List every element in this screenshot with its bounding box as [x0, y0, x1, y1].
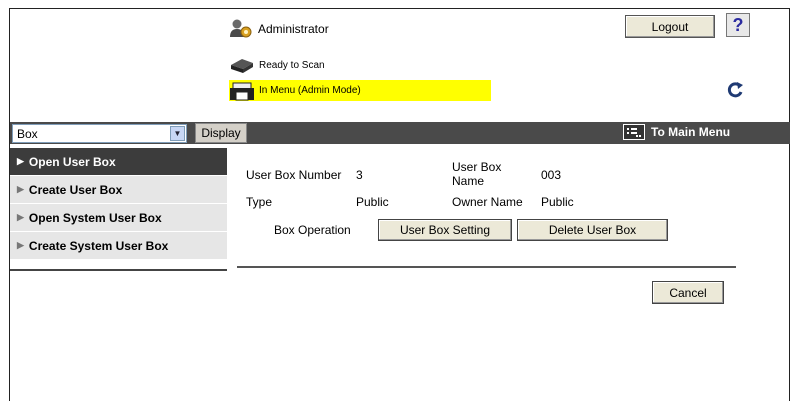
box-operation-label: Box Operation — [274, 223, 351, 237]
sidebar-item-label: Create System User Box — [28, 238, 169, 253]
chevron-down-icon[interactable]: ▼ — [170, 126, 185, 141]
user-box-setting-button[interactable]: User Box Setting — [378, 219, 512, 241]
sidebar-divider — [10, 269, 227, 271]
help-icon: ? — [732, 14, 744, 35]
main-menu-label: To Main Menu — [651, 125, 731, 139]
mode-select-value: Box — [17, 126, 38, 141]
triangle-right-icon: ▶ — [17, 184, 24, 194]
scanner-status: Ready to Scan — [229, 56, 325, 74]
type-label: Type — [246, 195, 273, 209]
to-main-menu-link[interactable]: To Main Menu — [623, 124, 730, 140]
printer-status: In Menu (Admin Mode) — [229, 80, 491, 101]
type-value: Public — [356, 195, 389, 209]
admin-indicator: Administrator — [229, 18, 329, 40]
cancel-button[interactable]: Cancel — [652, 281, 724, 304]
triangle-right-icon: ▶ — [17, 212, 24, 222]
sidebar-item-open-user-box[interactable]: ▶ Open User Box — [10, 148, 227, 176]
sidebar-item-label: Open User Box — [28, 154, 116, 169]
box-number-value: 3 — [356, 168, 363, 182]
box-name-value: 003 — [541, 168, 562, 182]
owner-name-value: Public — [541, 195, 574, 209]
owner-name-label: Owner Name — [452, 195, 523, 209]
refresh-button[interactable] — [724, 81, 746, 101]
main-menu-icon — [623, 124, 645, 140]
sidebar-item-label: Create User Box — [28, 182, 123, 197]
logout-button[interactable]: Logout — [625, 15, 715, 38]
sidebar-item-label: Open System User Box — [28, 210, 162, 225]
sidebar-item-open-system-user-box[interactable]: ▶ Open System User Box — [10, 204, 227, 232]
delete-user-box-button[interactable]: Delete User Box — [517, 219, 668, 241]
box-name-label-line2: Name — [452, 174, 485, 188]
content-divider — [237, 266, 736, 268]
sidebar-item-create-user-box[interactable]: ▶ Create User Box — [10, 176, 227, 204]
admin-user-icon — [229, 18, 253, 40]
help-button[interactable]: ? — [726, 13, 750, 37]
printer-icon — [229, 82, 255, 100]
scanner-icon — [229, 56, 255, 74]
refresh-icon — [725, 80, 745, 103]
scanner-status-text: Ready to Scan — [259, 59, 325, 71]
sidebar-item-create-system-user-box[interactable]: ▶ Create System User Box — [10, 232, 227, 260]
admin-label: Administrator — [258, 22, 329, 36]
triangle-right-icon: ▶ — [17, 156, 24, 166]
printer-status-text: In Menu (Admin Mode) — [259, 85, 361, 96]
triangle-right-icon: ▶ — [17, 240, 24, 250]
sidebar: ▶ Open User Box ▶ Create User Box ▶ Open… — [10, 148, 227, 260]
display-button[interactable]: Display — [195, 123, 247, 143]
box-name-label-line1: User Box — [452, 160, 502, 174]
mode-select[interactable]: Box ▼ — [12, 124, 187, 143]
box-number-label: User Box Number — [246, 168, 342, 182]
